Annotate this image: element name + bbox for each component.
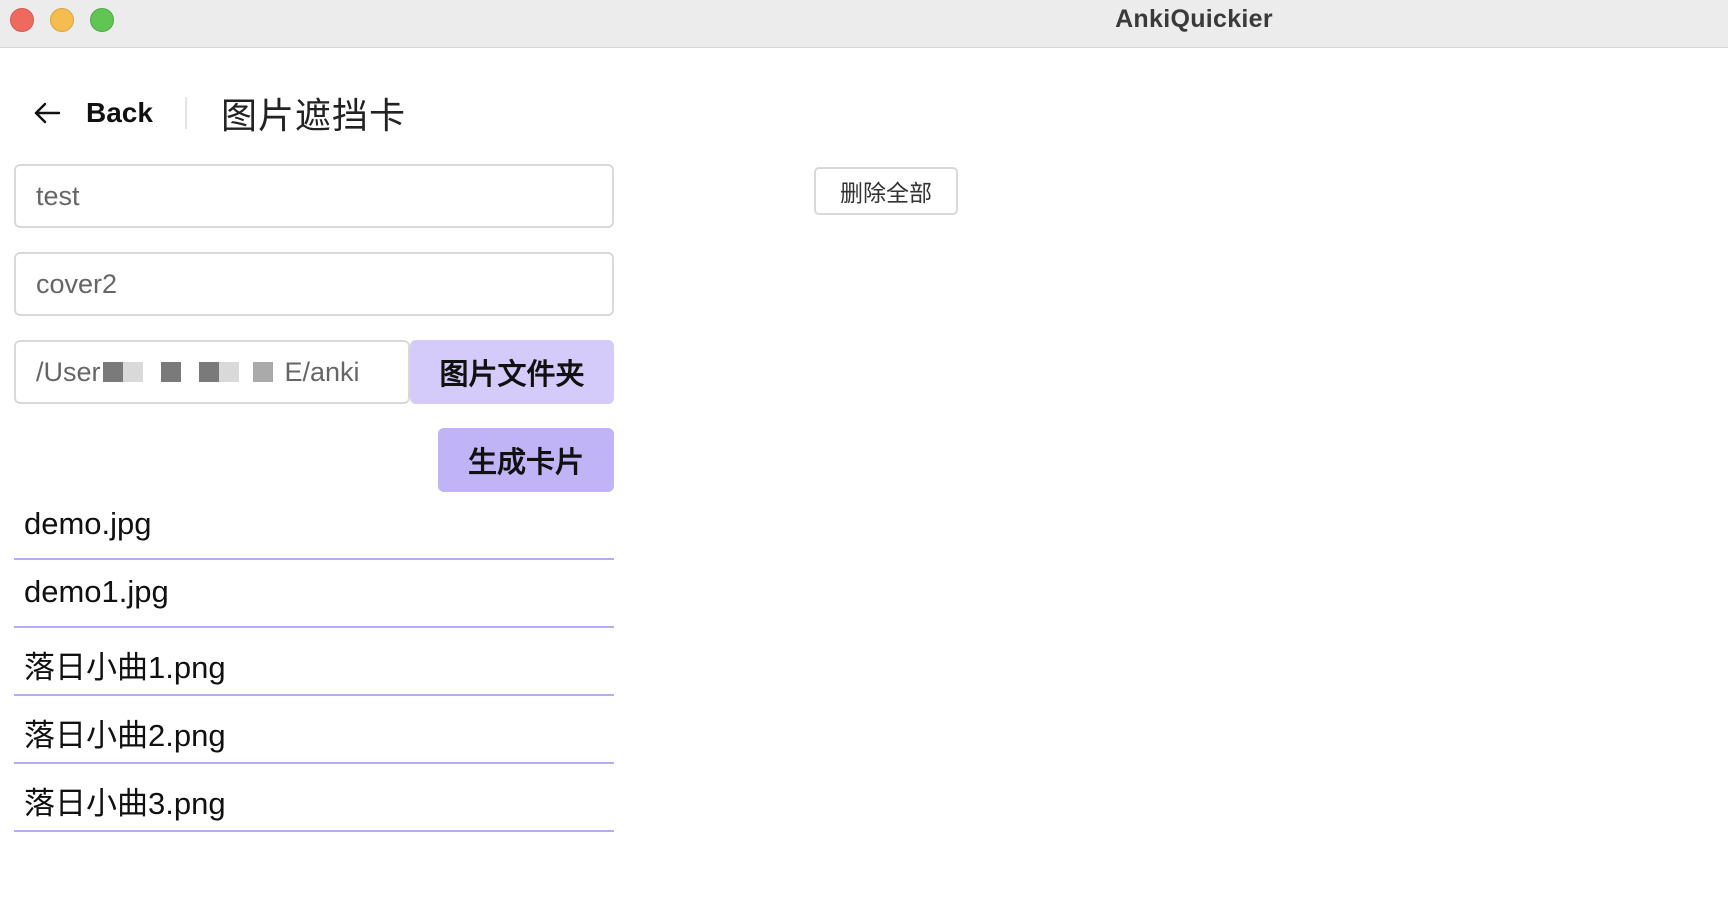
- window-title: AnkiQuickier: [1115, 5, 1273, 33]
- folder-path-start: /User: [36, 356, 101, 387]
- back-label: Back: [86, 97, 153, 128]
- generate-cards-button[interactable]: 生成卡片: [438, 428, 614, 492]
- title-bar: AnkiQuickier: [0, 0, 1728, 48]
- file-list-item[interactable]: 落日小曲3.png: [14, 764, 614, 832]
- deck-input[interactable]: [14, 164, 614, 228]
- folder-path-end: E/anki: [284, 356, 360, 387]
- page-header: Back 图片遮挡卡: [32, 88, 406, 138]
- redacted-mosaic: [102, 361, 283, 383]
- header-divider: [184, 97, 187, 129]
- file-list-item[interactable]: 落日小曲1.png: [14, 628, 614, 696]
- folder-path-input[interactable]: /User E/anki: [14, 340, 410, 404]
- app-window: AnkiQuickier Back 图片遮挡卡 /User E/anki 图片文…: [0, 0, 1728, 912]
- page-title: 图片遮挡卡: [220, 95, 406, 136]
- file-list: demo.jpg demo1.jpg 落日小曲1.png 落日小曲2.png 落…: [14, 492, 614, 832]
- file-list-item[interactable]: 落日小曲2.png: [14, 696, 614, 764]
- file-list-item[interactable]: demo1.jpg: [14, 560, 614, 628]
- tag-input[interactable]: [14, 252, 614, 316]
- delete-all-button[interactable]: 删除全部: [814, 167, 958, 215]
- arrow-left-icon: [32, 98, 62, 128]
- file-list-item[interactable]: demo.jpg: [14, 492, 614, 560]
- back-button[interactable]: Back: [32, 97, 153, 129]
- image-folder-button[interactable]: 图片文件夹: [410, 340, 614, 404]
